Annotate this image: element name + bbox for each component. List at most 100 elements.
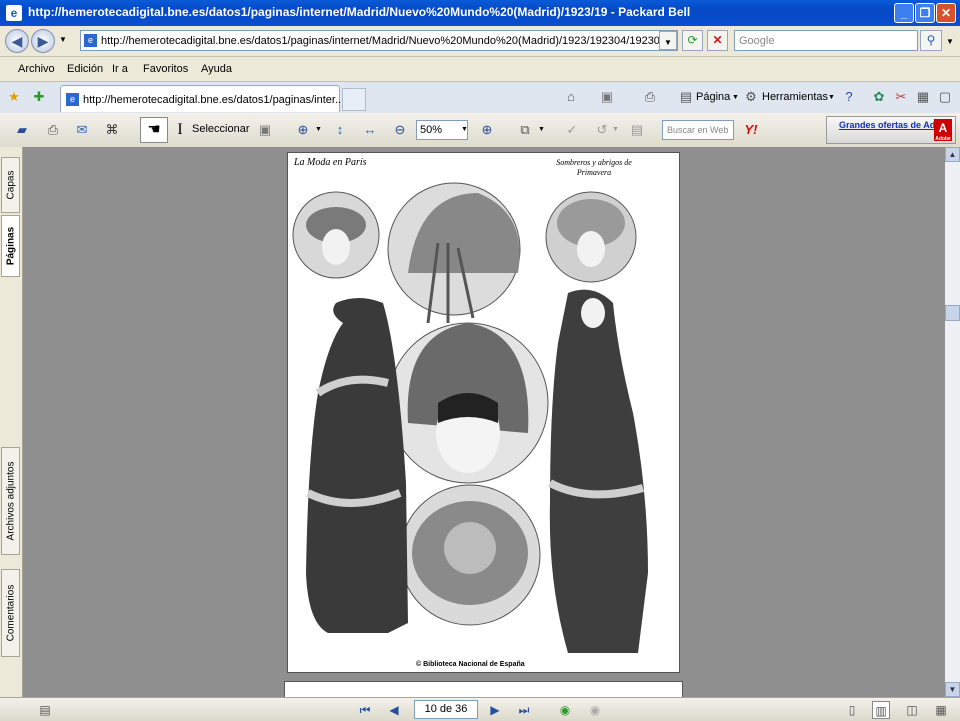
last-page-icon[interactable]: ⏭ <box>515 701 533 719</box>
options-icon[interactable]: ▤ <box>36 701 54 719</box>
rotate-icon[interactable]: ↺ <box>592 120 612 140</box>
feeds-icon[interactable]: ▣ <box>598 88 616 106</box>
help-icon[interactable]: ? <box>840 88 858 106</box>
back-arrow-icon: ◀ <box>11 33 23 49</box>
home-icon[interactable]: ⌂ <box>562 88 580 106</box>
scroll-down-arrow-icon[interactable]: ▼ <box>945 682 960 697</box>
adobe-ad-banner[interactable]: Grandes ofertas de Adobe A Adobe <box>826 116 956 144</box>
zoom-out-icon[interactable]: ⊖ <box>390 120 410 140</box>
page-layout-icon[interactable]: ⧉ <box>515 120 535 140</box>
maximize-button[interactable]: ❐ <box>915 3 935 23</box>
search-web-input[interactable]: Buscar en Web <box>662 120 734 140</box>
page-footer-credit: © Biblioteca Nacional de España <box>416 661 525 668</box>
previous-page-icon[interactable]: ◀ <box>385 701 403 719</box>
tools-menu[interactable]: Herramientas <box>762 91 828 103</box>
tab-capas[interactable]: Capas <box>1 157 20 213</box>
tab-archivos-adjuntos[interactable]: Archivos adjuntos <box>1 447 20 555</box>
text-cursor-icon: I <box>177 121 183 138</box>
tabs-bar: ★ ✚ e http://hemerotecadigital.bne.es/da… <box>0 82 960 114</box>
tab-paginas-label: Páginas <box>5 226 16 266</box>
print-icon[interactable]: ⎙ <box>641 88 659 106</box>
back-button[interactable]: ◀ <box>5 29 29 53</box>
ie-app-icon: e <box>6 5 22 21</box>
address-url[interactable]: http://hemerotecadigital.bne.es/datos1/p… <box>101 35 671 47</box>
tab-paginas[interactable]: Páginas <box>1 215 20 277</box>
hand-icon: ☚ <box>147 121 161 138</box>
research-icon[interactable]: ✿ <box>870 88 888 106</box>
address-dropdown-button[interactable]: ▼ <box>659 31 677 50</box>
copy-icon[interactable]: ▤ <box>627 120 647 140</box>
window-title-bar[interactable]: e http://hemerotecadigital.bne.es/datos1… <box>0 0 960 26</box>
menu-archivo[interactable]: Archivo <box>18 63 55 75</box>
tab-archivos-adjuntos-label: Archivos adjuntos <box>5 461 16 541</box>
fit-height-icon[interactable]: ↕ <box>330 120 350 140</box>
refresh-button[interactable]: ⟳ <box>682 30 703 51</box>
zoom-dropdown-icon[interactable]: ▼ <box>461 126 468 133</box>
save-icon[interactable]: ▰ <box>12 120 32 140</box>
forward-button[interactable]: ▶ <box>31 29 55 53</box>
history-dropdown-icon[interactable]: ▼ <box>59 35 67 44</box>
tools-menu-chevron-icon: ▼ <box>828 94 835 101</box>
scroll-up-arrow-icon[interactable]: ▲ <box>945 147 960 162</box>
page-menu-chevron-icon: ▼ <box>732 94 739 101</box>
hand-tool-button[interactable]: ☚ <box>140 117 168 143</box>
tools-gear-icon: ⚙ <box>745 89 757 104</box>
close-window-button[interactable]: ✕ <box>936 3 956 23</box>
favorites-star-icon[interactable]: ★ <box>5 88 23 106</box>
single-page-icon[interactable]: ▯ <box>843 701 861 719</box>
address-bar[interactable]: e http://hemerotecadigital.bne.es/datos1… <box>80 30 678 51</box>
zoom-in-tool-icon[interactable]: ⊕ <box>293 120 313 140</box>
first-page-icon[interactable]: ⏮ <box>356 701 374 719</box>
menu-favoritos[interactable]: Favoritos <box>143 63 188 75</box>
adobe-ad-text[interactable]: Grandes ofertas de Adobe <box>839 120 951 130</box>
spellcheck-icon[interactable]: ✓ <box>562 120 582 140</box>
scroll-thumb[interactable] <box>945 305 960 321</box>
select-tool-button[interactable]: Seleccionar <box>192 123 249 135</box>
refresh-icon: ⟳ <box>687 33 698 47</box>
tab-comentarios[interactable]: Comentarios <box>1 569 20 657</box>
notes-icon[interactable]: ▦ <box>914 88 932 106</box>
snapshot-icon[interactable]: ▣ <box>255 120 275 140</box>
zoom-in-icon[interactable]: ⊕ <box>477 120 497 140</box>
address-toolbar: ◀ ▶ ▼ e http://hemerotecadigital.bne.es/… <box>0 26 960 57</box>
vertical-scrollbar[interactable]: ▲ ▼ <box>945 147 960 697</box>
page-menu[interactable]: Página <box>696 91 730 103</box>
menu-edicion[interactable]: Edición <box>67 63 103 75</box>
document-viewport[interactable]: La Moda en París Sombreros y abrigos de … <box>23 147 945 701</box>
previous-view-icon[interactable]: ◉ <box>556 701 574 719</box>
rotate-chevron-icon[interactable]: ▼ <box>612 126 619 133</box>
find-binoculars-icon[interactable]: ⌘ <box>102 120 122 140</box>
tab-current[interactable]: e http://hemerotecadigital.bne.es/datos1… <box>60 85 344 112</box>
new-tab-button[interactable] <box>342 88 366 111</box>
clipboard-icon[interactable]: ▢ <box>936 88 954 106</box>
next-view-icon[interactable]: ◉ <box>586 701 604 719</box>
minimize-button[interactable]: _ <box>894 3 914 23</box>
next-page-icon[interactable]: ▶ <box>486 701 504 719</box>
layout-chevron-icon[interactable]: ▼ <box>538 126 545 133</box>
tab-capas-label: Capas <box>5 170 16 200</box>
search-options-icon[interactable]: ▼ <box>946 37 954 46</box>
fit-width-icon[interactable]: ↔ <box>360 120 380 140</box>
fashion-illustration <box>292 182 648 653</box>
add-favorite-icon[interactable]: ✚ <box>30 88 48 106</box>
stop-button[interactable]: ✕ <box>707 30 728 51</box>
acrobat-status-bar: ▤ ⏮ ◀ 10 de 36 ▶ ⏭ ◉ ◉ ▯ ▥ ◫ ▦ <box>0 697 960 721</box>
search-button[interactable]: ⚲ <box>920 30 942 51</box>
clip-icon[interactable]: ✂ <box>892 88 910 106</box>
page-number-field[interactable]: 10 de 36 <box>414 700 478 719</box>
page-favicon-icon: e <box>84 34 97 47</box>
adobe-logo-icon: A Adobe <box>934 119 952 142</box>
email-icon[interactable]: ✉ <box>72 120 92 140</box>
window-title: http://hemerotecadigital.bne.es/datos1/p… <box>28 5 691 19</box>
print-pdf-icon[interactable]: ⎙ <box>43 120 63 140</box>
search-input[interactable]: Google <box>734 30 918 51</box>
continuous-page-icon[interactable]: ▥ <box>872 701 890 719</box>
zoom-tool-chevron-icon[interactable]: ▼ <box>315 126 322 133</box>
menu-ayuda[interactable]: Ayuda <box>201 63 232 75</box>
menu-ir-a[interactable]: Ir a <box>112 63 128 75</box>
facing-pages-icon[interactable]: ◫ <box>903 701 921 719</box>
page-icon: ▤ <box>679 89 693 104</box>
search-icon: ⚲ <box>926 33 936 47</box>
continuous-facing-icon[interactable]: ▦ <box>932 701 950 719</box>
yahoo-icon[interactable]: Y! <box>738 120 764 140</box>
